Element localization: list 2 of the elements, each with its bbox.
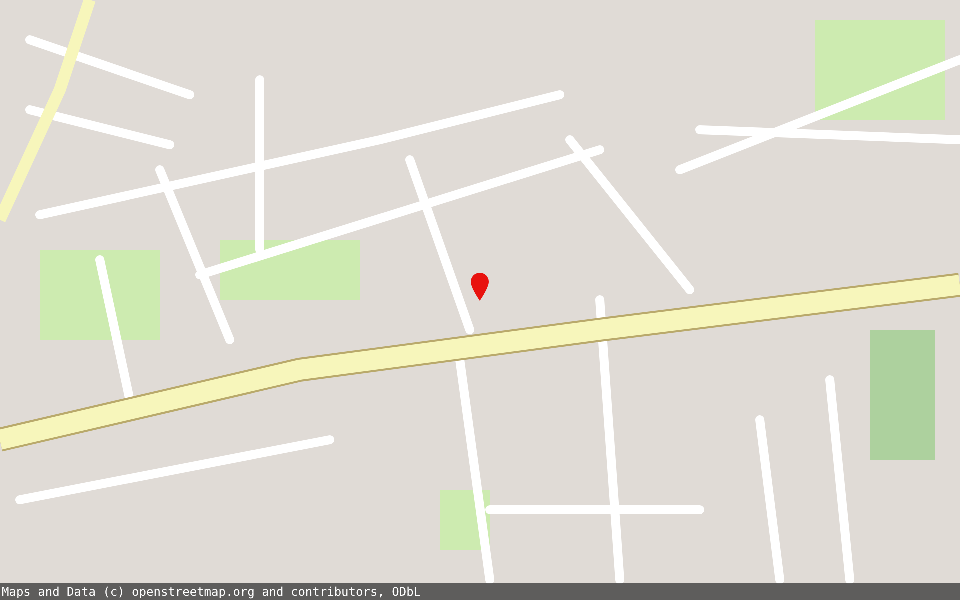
attribution-text: Maps and Data (c) openstreetmap.org and contributors, ODbL	[2, 584, 422, 598]
map-pin-icon[interactable]	[471, 273, 489, 301]
